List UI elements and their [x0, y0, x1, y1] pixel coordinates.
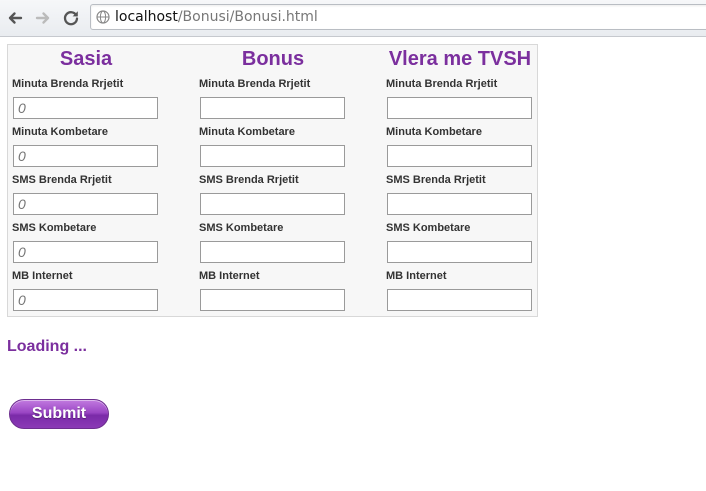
field-label: SMS Kombetare — [386, 222, 471, 234]
vlera-sms-brenda-rrjetit-input[interactable] — [387, 193, 532, 215]
field-label: Minuta Brenda Rrjetit — [12, 78, 124, 90]
submit-button[interactable]: Submit — [9, 399, 109, 429]
vlera-minuta-brenda-rrjetit-input[interactable] — [387, 97, 532, 119]
field-label: Minuta Brenda Rrjetit — [199, 78, 311, 90]
reload-button[interactable] — [60, 7, 82, 29]
bonus-minuta-kombetare-input[interactable] — [200, 145, 345, 167]
field-label: Minuta Kombetare — [12, 126, 108, 138]
back-button[interactable] — [4, 7, 26, 29]
url-host: localhost — [115, 9, 178, 25]
bonus-sms-kombetare-input[interactable] — [200, 241, 345, 263]
field-label: MB Internet — [12, 270, 73, 282]
field-label: MB Internet — [386, 270, 447, 282]
field-label: SMS Brenda Rrjetit — [386, 174, 486, 186]
back-arrow-icon — [8, 12, 23, 24]
column-title-sasia: Sasia — [59, 48, 113, 70]
address-bar[interactable]: localhost/Bonusi/Bonusi.html — [90, 4, 706, 30]
field-label: SMS Brenda Rrjetit — [199, 174, 299, 186]
globe-icon — [96, 10, 110, 24]
sasia-sms-brenda-rrjetit-input[interactable] — [13, 193, 158, 215]
reload-icon — [63, 11, 79, 26]
field-label: MB Internet — [199, 270, 260, 282]
url-path: /Bonusi/Bonusi.html — [177, 9, 318, 25]
bonus-form-panel: Sasia Bonus Vlera me TVSH Minuta Brenda … — [7, 44, 538, 317]
forward-arrow-icon — [35, 12, 50, 24]
sasia-minuta-brenda-rrjetit-input[interactable] — [13, 97, 158, 119]
field-label: Minuta Kombetare — [199, 126, 295, 138]
sasia-sms-kombetare-input[interactable] — [13, 241, 158, 263]
bonus-mb-internet-input[interactable] — [200, 289, 345, 311]
vlera-minuta-kombetare-input[interactable] — [387, 145, 532, 167]
sasia-mb-internet-input[interactable] — [13, 289, 158, 311]
bonus-minuta-brenda-rrjetit-input[interactable] — [200, 97, 345, 119]
field-label: SMS Kombetare — [12, 222, 97, 234]
vlera-sms-kombetare-input[interactable] — [387, 241, 532, 263]
bonus-sms-brenda-rrjetit-input[interactable] — [200, 193, 345, 215]
column-title-vlera-me-tvsh: Vlera me TVSH — [388, 48, 532, 70]
forward-button[interactable] — [32, 7, 54, 29]
sasia-minuta-kombetare-input[interactable] — [13, 145, 158, 167]
vlera-mb-internet-input[interactable] — [387, 289, 532, 311]
field-label: Minuta Kombetare — [386, 126, 482, 138]
loading-status: Loading ... — [7, 338, 87, 355]
field-label: SMS Brenda Rrjetit — [12, 174, 112, 186]
field-label: Minuta Brenda Rrjetit — [386, 78, 498, 90]
url-text: localhost/Bonusi/Bonusi.html — [115, 9, 318, 25]
column-title-bonus: Bonus — [241, 48, 305, 70]
browser-toolbar: localhost/Bonusi/Bonusi.html — [0, 0, 706, 37]
field-label: SMS Kombetare — [199, 222, 284, 234]
